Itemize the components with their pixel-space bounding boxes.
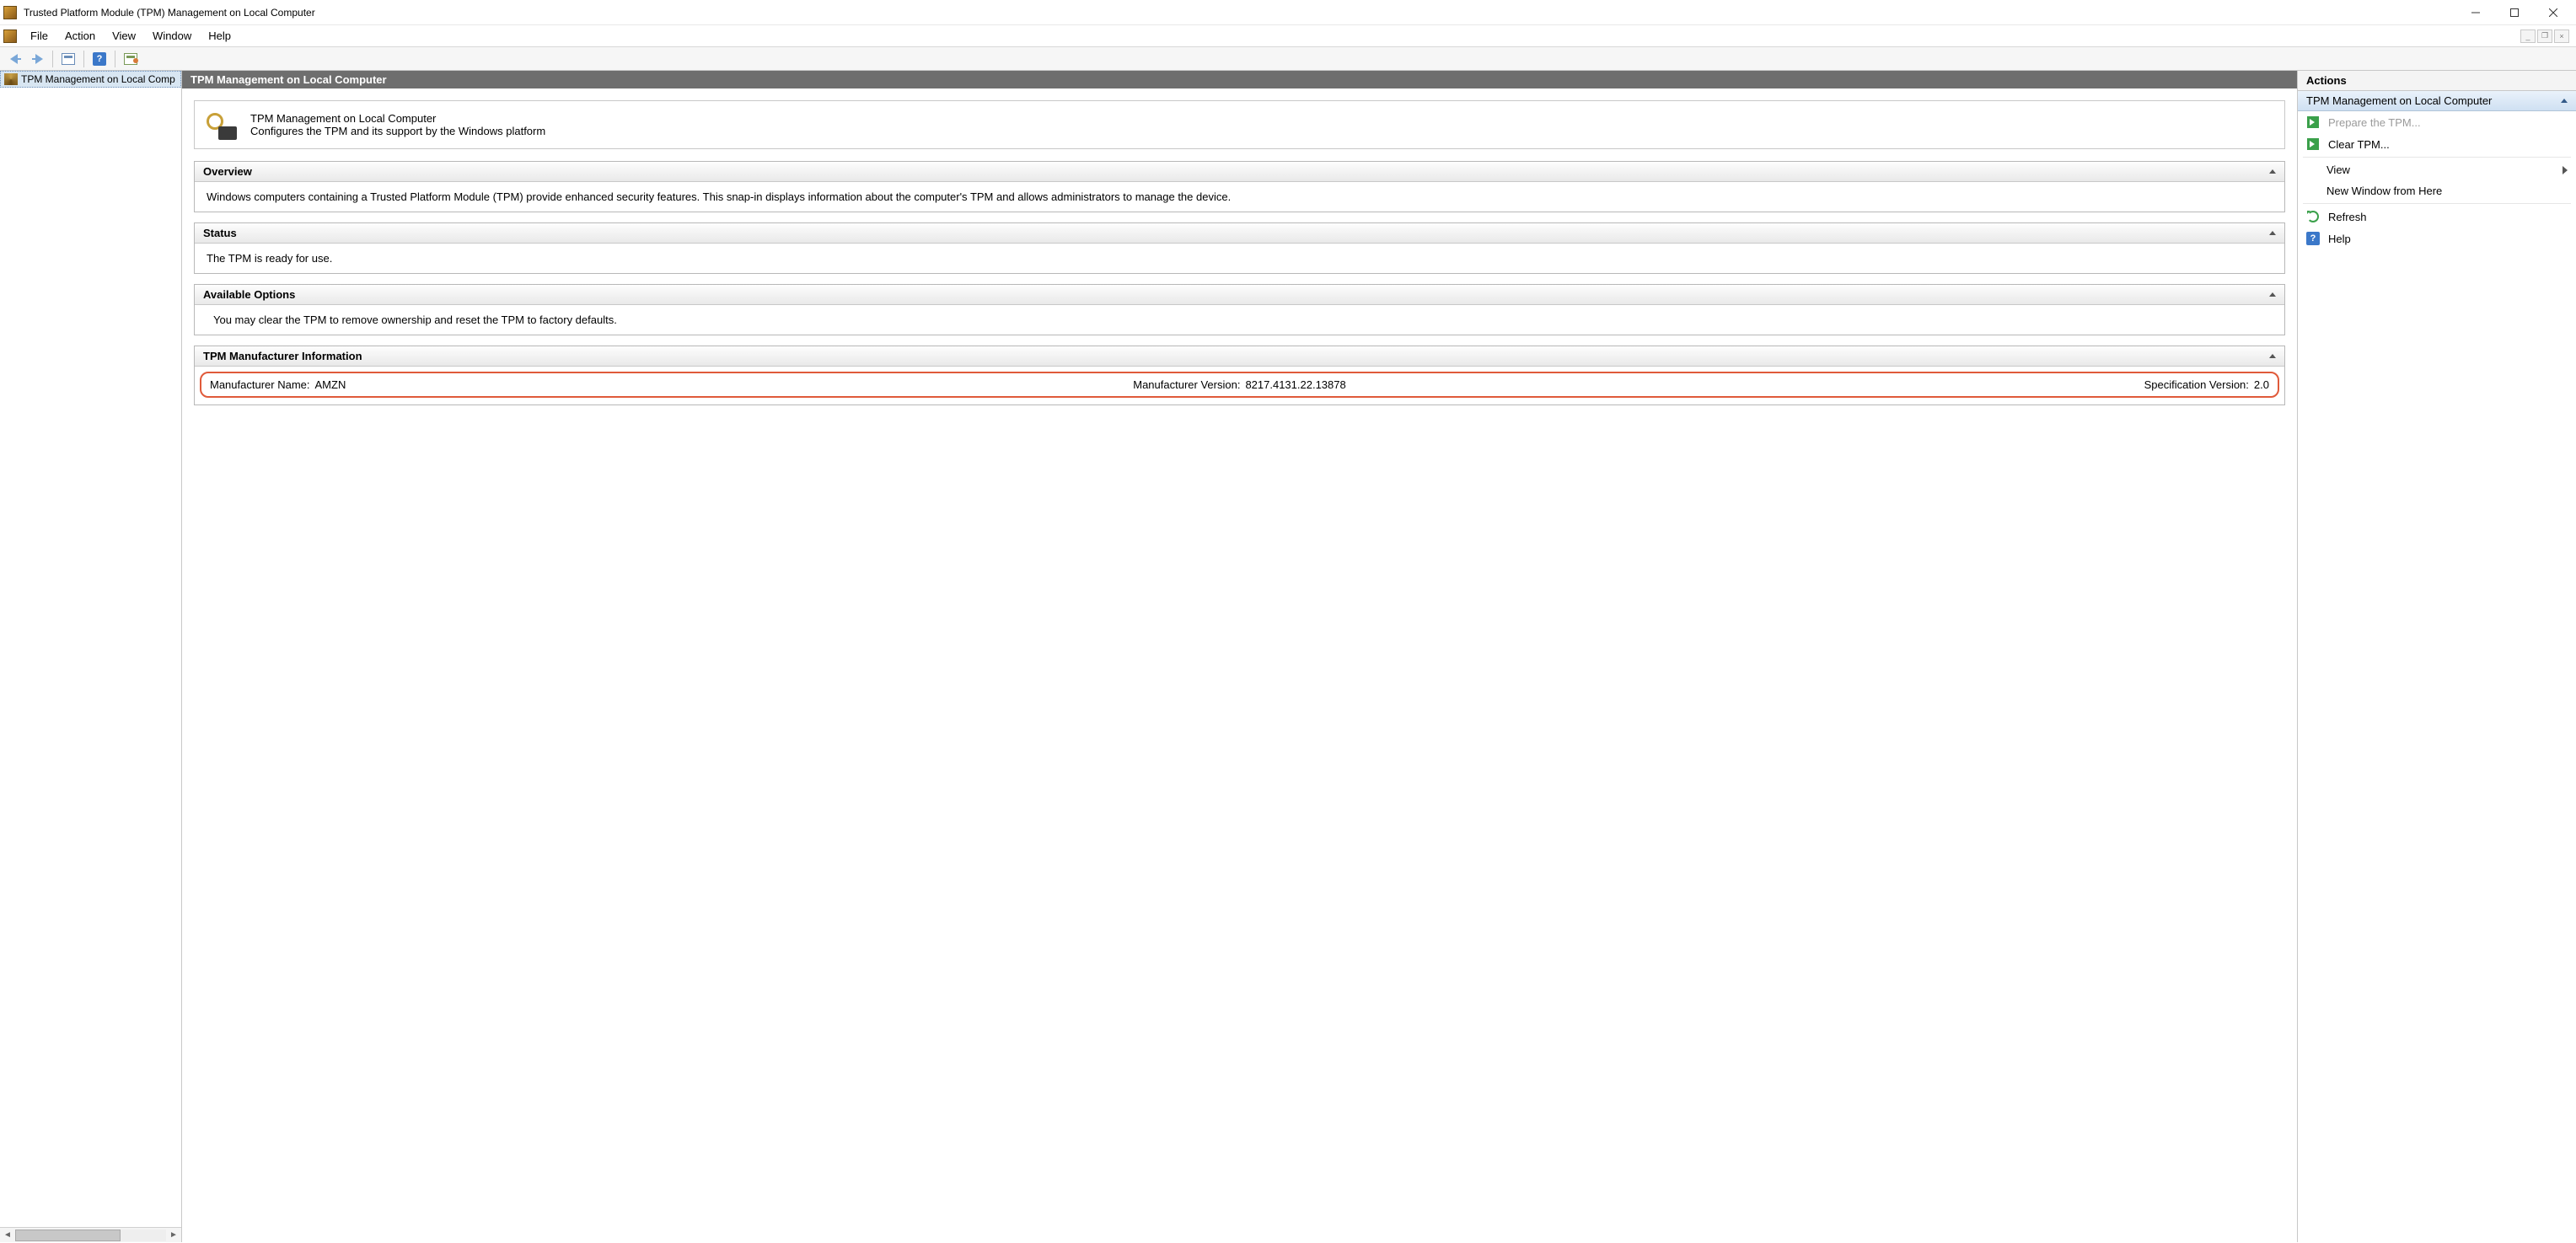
actions-pane: Actions TPM Management on Local Computer… [2298,71,2576,1242]
collapse-icon [2269,354,2276,358]
action-refresh-label: Refresh [2328,211,2367,223]
action-clear-label: Clear TPM... [2328,138,2390,151]
menubar-app-icon [3,29,17,43]
result-pane-header: TPM Management on Local Computer [182,71,2297,88]
refresh-icon [2306,210,2320,223]
menu-help[interactable]: Help [200,29,239,42]
actions-subtitle[interactable]: TPM Management on Local Computer [2298,91,2576,111]
section-options-text: You may clear the TPM to remove ownershi… [207,313,2273,326]
submenu-arrow-icon [2563,166,2568,174]
toolbar-back[interactable] [5,50,25,68]
section-options-header[interactable]: Available Options [195,285,2284,305]
mfr-spec-value: 2.0 [2254,378,2269,391]
scroll-left-button[interactable]: ◄ [0,1228,15,1243]
section-options-body: You may clear the TPM to remove ownershi… [195,305,2284,335]
actions-separator [2303,203,2571,204]
mdi-restore[interactable]: ❐ [2537,29,2552,43]
window-controls [2456,0,2573,25]
manufacturer-version: Manufacturer Version: 8217.4131.22.13878 [896,378,1582,391]
mfr-name-label: Manufacturer Name: [210,378,310,391]
collapse-icon [2269,292,2276,297]
help-icon: ? [2306,232,2320,245]
maximize-button[interactable] [2495,0,2534,25]
actions-title: Actions [2298,71,2576,91]
section-overview-header[interactable]: Overview [195,162,2284,182]
menu-action[interactable]: Action [56,29,104,42]
intro-box: TPM Management on Local Computer Configu… [194,100,2285,149]
specification-version: Specification Version: 2.0 [1583,378,2269,391]
intro-desc: Configures the TPM and its support by th… [250,125,545,137]
workspace: TPM Management on Local Comp ◄ ► TPM Man… [0,71,2576,1242]
mfr-ver-value: 8217.4131.22.13878 [1245,378,1345,391]
tree-horizontal-scrollbar[interactable]: ◄ ► [0,1227,181,1242]
section-overview-body: Windows computers containing a Trusted P… [195,182,2284,212]
section-manufacturer-header[interactable]: TPM Manufacturer Information [195,346,2284,367]
menubar: File Action View Window Help _ ❐ × [0,25,2576,47]
toolbar: ? [0,47,2576,71]
mfr-spec-label: Specification Version: [2144,378,2249,391]
action-help-label: Help [2328,233,2351,245]
scroll-right-button[interactable]: ► [166,1228,181,1243]
scroll-thumb[interactable] [15,1230,121,1241]
window-title: Trusted Platform Module (TPM) Management… [24,7,2456,19]
minimize-button[interactable] [2456,0,2495,25]
go-arrow-icon [2306,115,2320,129]
manufacturer-info-row: Manufacturer Name: AMZN Manufacturer Ver… [200,372,2279,398]
intro-title: TPM Management on Local Computer [250,112,545,125]
toolbar-separator [52,51,53,67]
actions-separator [2303,157,2571,158]
collapse-icon [2561,99,2568,103]
mdi-close[interactable]: × [2554,29,2569,43]
section-manufacturer-title: TPM Manufacturer Information [203,350,362,362]
collapse-icon [2269,169,2276,174]
section-status-header[interactable]: Status [195,223,2284,244]
section-options-title: Available Options [203,288,295,301]
tpm-key-icon [207,110,237,140]
mfr-name-value: AMZN [315,378,346,391]
action-clear-tpm[interactable]: Clear TPM... [2298,133,2576,155]
section-options: Available Options You may clear the TPM … [194,284,2285,335]
actions-subtitle-label: TPM Management on Local Computer [2306,94,2492,107]
manufacturer-name: Manufacturer Name: AMZN [210,378,896,391]
action-new-window-label: New Window from Here [2326,185,2442,197]
section-overview: Overview Windows computers containing a … [194,161,2285,212]
go-arrow-icon [2306,137,2320,151]
action-view-label: View [2326,163,2350,176]
section-status-title: Status [203,227,237,239]
menu-file[interactable]: File [22,29,56,42]
tree-root-label: TPM Management on Local Comp [21,73,175,85]
action-prepare-label: Prepare the TPM... [2328,116,2421,129]
toolbar-show-hide-action-pane[interactable] [121,50,141,68]
section-overview-title: Overview [203,165,252,178]
mdi-minimize[interactable]: _ [2520,29,2536,43]
action-new-window[interactable]: New Window from Here [2298,180,2576,201]
action-help[interactable]: ? Help [2298,228,2576,249]
toolbar-show-hide-console-tree[interactable] [58,50,78,68]
section-status-body: The TPM is ready for use. [195,244,2284,273]
toolbar-separator [83,51,84,67]
result-pane-body: TPM Management on Local Computer Configu… [182,88,2297,427]
close-button[interactable] [2534,0,2573,25]
tree-root-node[interactable]: TPM Management on Local Comp [0,71,181,88]
titlebar: Trusted Platform Module (TPM) Management… [0,0,2576,25]
collapse-icon [2269,231,2276,235]
intro-text: TPM Management on Local Computer Configu… [250,112,545,137]
menu-window[interactable]: Window [144,29,200,42]
action-view[interactable]: View [2298,159,2576,180]
action-prepare-tpm: Prepare the TPM... [2298,111,2576,133]
console-tree: TPM Management on Local Comp ◄ ► [0,71,182,1242]
app-icon [3,6,17,19]
mdi-controls: _ ❐ × [2520,29,2573,43]
toolbar-forward[interactable] [27,50,47,68]
section-status: Status The TPM is ready for use. [194,222,2285,274]
toolbar-help[interactable]: ? [89,50,110,68]
menu-view[interactable]: View [104,29,144,42]
scroll-track[interactable] [15,1230,166,1241]
action-refresh[interactable]: Refresh [2298,206,2576,228]
tpm-node-icon [4,73,18,85]
result-pane: TPM Management on Local Computer TPM Man… [182,71,2298,1242]
section-manufacturer: TPM Manufacturer Information Manufacture… [194,346,2285,405]
mfr-ver-label: Manufacturer Version: [1133,378,1240,391]
